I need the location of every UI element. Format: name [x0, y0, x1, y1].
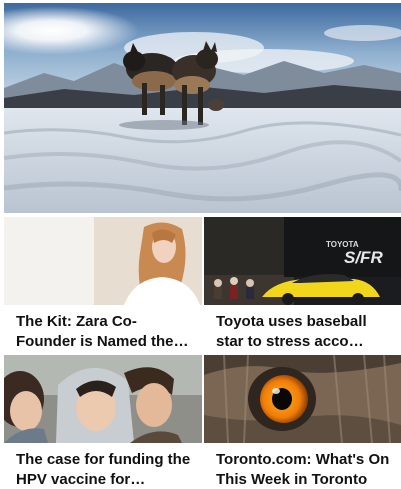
card-headline[interactable]: Toronto.com: What's On This Week in Toro…: [216, 450, 393, 489]
sled-dogs-in-snow-photo: [4, 3, 401, 213]
owl-eye-photo: [204, 355, 401, 443]
news-card-3[interactable]: The case for funding the HPV vaccine for…: [4, 355, 202, 489]
yellow-sports-car-photo: TOYOTA S/FR: [204, 217, 401, 305]
fashion-model-photo: [4, 217, 202, 305]
sfr-badge-text: S/FR: [344, 248, 383, 267]
news-card-4[interactable]: Toronto.com: What's On This Week in Toro…: [204, 355, 401, 489]
card-headline[interactable]: The Kit: Zara Co-Founder is Named the Ri…: [16, 312, 194, 349]
news-card-2[interactable]: TOYOTA S/FR Toyota uses baseball star to…: [204, 217, 401, 353]
card-headline[interactable]: The case for funding the HPV vaccine for…: [16, 450, 194, 489]
teenagers-photo: [4, 355, 202, 443]
card-headline[interactable]: Toyota uses baseball star to stress acco…: [216, 312, 393, 349]
hero-image[interactable]: [4, 3, 401, 213]
news-card-1[interactable]: The Kit: Zara Co-Founder is Named the Ri…: [4, 217, 202, 353]
